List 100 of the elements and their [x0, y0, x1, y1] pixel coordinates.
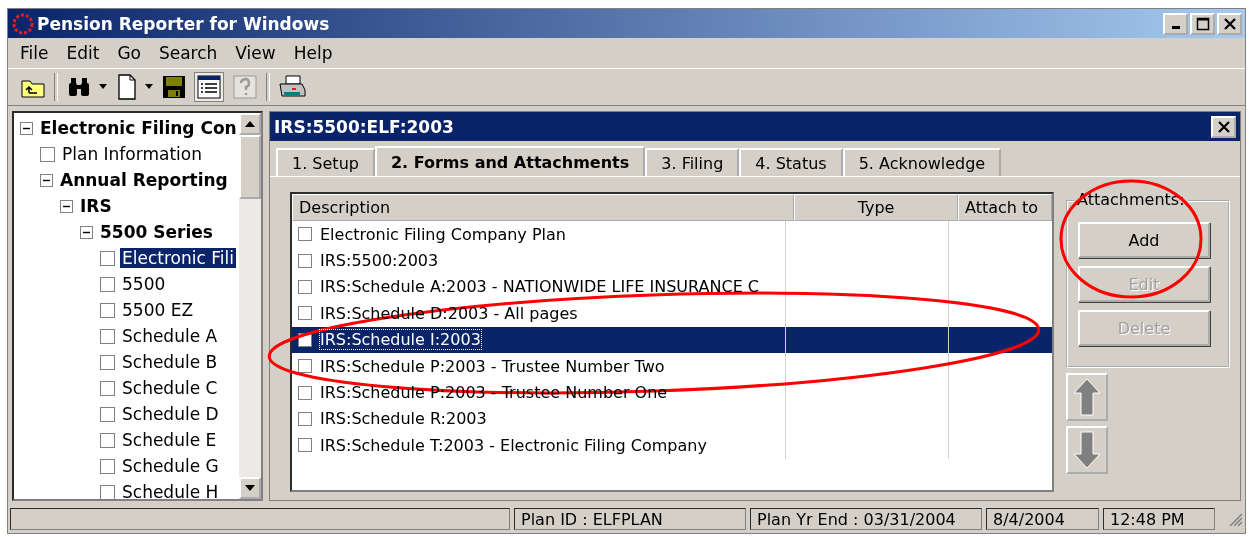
new-page-icon[interactable]: [116, 74, 138, 100]
checkbox-icon[interactable]: [100, 354, 115, 370]
checkbox-icon[interactable]: [100, 484, 115, 499]
close-button[interactable]: [1217, 12, 1242, 35]
tree-item[interactable]: Schedule H: [120, 482, 221, 499]
close-icon: [1222, 16, 1237, 31]
scroll-thumb[interactable]: [239, 135, 261, 199]
column-header[interactable]: Attach to: [958, 194, 1052, 221]
menu-item[interactable]: Search: [158, 43, 218, 63]
save-icon[interactable]: [162, 75, 186, 99]
row-description: IRS:Schedule A:2003 - NATIONWIDE LIFE INSURANCE C: [320, 277, 759, 297]
list-row[interactable]: IRS:Schedule P:2003 - Trustee Number Two: [292, 352, 1052, 380]
menu-item[interactable]: Go: [117, 43, 141, 63]
move-up-button[interactable]: [1066, 373, 1108, 421]
maximize-icon: [1195, 16, 1210, 31]
window-title: Pension Reporter for Windows: [37, 13, 330, 34]
menu-item[interactable]: View: [235, 43, 276, 63]
checkbox-icon[interactable]: [100, 250, 115, 266]
resize-grip-icon[interactable]: [1227, 511, 1243, 527]
tab[interactable]: 3. Filing: [645, 148, 740, 176]
row-description: Electronic Filing Company Plan: [320, 224, 566, 244]
list-row[interactable]: IRS:Schedule A:2003 - NATIONWIDE LIFE INSURANCE C: [292, 273, 1052, 301]
status-text: 12:48 PM: [1103, 508, 1215, 530]
tab[interactable]: 5. Acknowledge: [842, 148, 1002, 176]
list-row[interactable]: IRS:Schedule I:2003: [292, 326, 1052, 353]
row-description: IRS:5500:2003: [320, 251, 439, 271]
logo-icon: [11, 11, 35, 36]
collapse-toggle-icon[interactable]: [80, 225, 93, 239]
checkbox-icon[interactable]: [100, 406, 115, 422]
tree-item[interactable]: Electronic Filing Con: [38, 118, 239, 138]
tab[interactable]: 2. Forms and Attachments: [374, 146, 646, 176]
action-button[interactable]: Add: [1078, 222, 1210, 258]
minimize-icon: [1171, 26, 1180, 29]
tab[interactable]: 4. Status: [739, 148, 843, 176]
tree-item[interactable]: Schedule G: [120, 456, 221, 476]
row-description: IRS:Schedule R:2003: [320, 409, 487, 429]
caret-icon[interactable]: [98, 84, 108, 90]
tree-item[interactable]: Schedule E: [120, 430, 219, 450]
tree-item[interactable]: Annual Reporting: [58, 170, 230, 190]
checkbox-icon[interactable]: [100, 458, 115, 474]
tree-item[interactable]: Electronic Fili: [120, 248, 236, 268]
menu-item[interactable]: File: [20, 43, 49, 63]
checkbox[interactable]: [298, 385, 312, 400]
checkbox[interactable]: [298, 359, 312, 374]
row-description: IRS:Schedule P:2003 - Trustee Number Two: [320, 356, 665, 376]
help-icon[interactable]: [232, 74, 258, 100]
panel-title: IRS:5500:ELF:2003: [274, 116, 454, 137]
row-description: IRS:Schedule I:2003: [320, 330, 481, 350]
collapse-toggle-icon[interactable]: [20, 121, 33, 135]
tree-item[interactable]: 5500: [120, 274, 168, 294]
scrollbar[interactable]: [239, 113, 261, 499]
tree-item[interactable]: Plan Information: [60, 144, 204, 164]
tree-item[interactable]: 5500 Series: [98, 222, 215, 242]
binoculars-icon[interactable]: [66, 75, 92, 99]
list-row[interactable]: IRS:Schedule T:2003 - Electronic Filing Company: [292, 432, 1052, 459]
up-arrow-icon: [1072, 377, 1102, 417]
list-row[interactable]: IRS:5500:2003: [292, 247, 1052, 274]
list-row[interactable]: IRS:Schedule R:2003: [292, 405, 1052, 433]
checkbox[interactable]: [298, 227, 312, 242]
tree-item[interactable]: Schedule C: [120, 378, 220, 398]
checkbox-icon[interactable]: [100, 328, 115, 344]
down-triangle-icon: [245, 485, 255, 491]
caret-icon[interactable]: [144, 84, 154, 90]
checkbox-icon[interactable]: [100, 380, 115, 396]
list-row[interactable]: IRS:Schedule D:2003 - All pages: [292, 300, 1052, 327]
scroll-up-button[interactable]: [239, 113, 261, 135]
down-arrow-icon: [1072, 430, 1102, 470]
checkbox[interactable]: [298, 306, 312, 321]
up-triangle-icon: [245, 121, 255, 127]
tree-item[interactable]: Schedule B: [120, 352, 220, 372]
tree-item[interactable]: 5500 EZ: [120, 300, 196, 320]
checkbox[interactable]: [298, 411, 312, 426]
column-header[interactable]: Description: [292, 194, 794, 221]
close-button[interactable]: [1211, 115, 1236, 138]
checkbox-icon[interactable]: [100, 432, 115, 448]
tab[interactable]: 1. Setup: [276, 148, 375, 176]
checkbox-icon[interactable]: [40, 146, 55, 162]
printer-icon[interactable]: [278, 74, 306, 100]
checkbox[interactable]: [298, 253, 312, 268]
column-header[interactable]: Type: [794, 194, 958, 221]
status-text: Plan ID : ELFPLAN: [514, 508, 746, 530]
tree-item[interactable]: IRS: [78, 196, 114, 216]
menu-item[interactable]: Edit: [66, 43, 100, 63]
checkbox-icon[interactable]: [100, 276, 115, 292]
collapse-toggle-icon[interactable]: [60, 199, 73, 213]
row-description: IRS:Schedule D:2003 - All pages: [320, 303, 578, 323]
collapse-toggle-icon[interactable]: [40, 173, 53, 187]
list-row[interactable]: Electronic Filing Company Plan: [292, 221, 1052, 248]
status-text: 8/4/2004: [986, 508, 1099, 530]
menu-item[interactable]: Help: [293, 43, 333, 63]
move-down-button[interactable]: [1066, 426, 1108, 474]
scroll-down-button[interactable]: [239, 477, 261, 499]
checkbox[interactable]: [298, 438, 312, 453]
checkbox[interactable]: [298, 279, 312, 294]
tree-item[interactable]: Schedule A: [120, 326, 220, 346]
list-view-icon[interactable]: [194, 72, 224, 102]
minimize-button[interactable]: [1163, 12, 1188, 35]
tree-item[interactable]: Schedule D: [120, 404, 221, 424]
maximize-button[interactable]: [1190, 12, 1215, 35]
checkbox-icon[interactable]: [100, 302, 115, 318]
